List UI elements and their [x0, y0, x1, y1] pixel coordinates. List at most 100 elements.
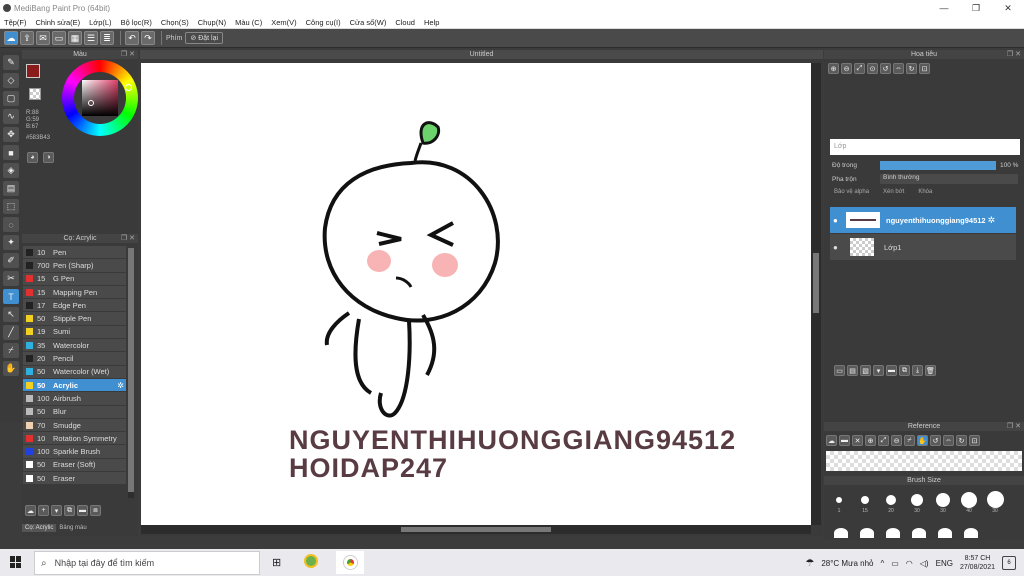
- redo-icon[interactable]: ↷: [141, 31, 155, 45]
- rotate-left-icon[interactable]: ↺: [880, 63, 891, 74]
- add-brush-icon[interactable]: +: [38, 505, 49, 516]
- reference-fit-icon[interactable]: ⤢: [878, 435, 889, 446]
- brush-size-preset[interactable]: 30: [982, 491, 1008, 514]
- reference-zoom-out-icon[interactable]: ⊖: [891, 435, 902, 446]
- reference-rotate-left-icon[interactable]: ↺: [930, 435, 941, 446]
- hand-tool-icon[interactable]: ✋: [3, 361, 19, 376]
- duplicate-layer-icon[interactable]: ⧉: [899, 365, 910, 376]
- grid-icon[interactable]: ▦: [68, 31, 82, 45]
- vertical-scroll-thumb[interactable]: [813, 253, 819, 313]
- brush-item[interactable]: 50 Eraser (Soft): [23, 458, 126, 473]
- notification-center-icon[interactable]: 6: [1002, 556, 1016, 570]
- language-indicator[interactable]: ENG: [936, 559, 953, 568]
- menu-capture[interactable]: Chụp(N): [198, 18, 226, 27]
- move-tool-icon[interactable]: ✥: [3, 127, 19, 142]
- horizontal-scroll-thumb[interactable]: [401, 527, 551, 532]
- volume-icon[interactable]: ◁): [920, 559, 929, 568]
- brush-scrollbar[interactable]: [128, 248, 134, 498]
- layer-item-text[interactable]: ● nguyenthihuonggiang94512 ✲: [830, 207, 1016, 233]
- zoom-out-icon[interactable]: ⊖: [841, 63, 852, 74]
- brush-size-dot[interactable]: [938, 528, 952, 538]
- weather-text[interactable]: 28°C Mưa nhỏ: [821, 559, 873, 568]
- reference-hand-icon[interactable]: ✋: [917, 435, 928, 446]
- brush-settings-icon[interactable]: ▾: [51, 505, 62, 516]
- layer-visibility-icon[interactable]: ●: [830, 243, 840, 252]
- brush-size-preset[interactable]: 20: [878, 491, 904, 514]
- menu-view[interactable]: Xem(V): [271, 18, 296, 27]
- layer-folder-icon[interactable]: ▬: [886, 365, 897, 376]
- network-icon[interactable]: ▭: [891, 559, 899, 568]
- new-1bit-layer-icon[interactable]: ▧: [860, 365, 871, 376]
- panel-close-icon[interactable]: ❐ ✕: [121, 234, 135, 242]
- opacity-slider[interactable]: [880, 160, 996, 170]
- magic-wand-tool-icon[interactable]: ✦: [3, 235, 19, 250]
- brush-item[interactable]: 50 Stipple Pen: [23, 312, 126, 326]
- select-rect-tool-icon[interactable]: ⬚: [3, 199, 19, 214]
- close-button[interactable]: ✕: [992, 0, 1024, 16]
- fill-rect-tool-icon[interactable]: ■: [3, 145, 19, 160]
- minimize-button[interactable]: —: [928, 0, 960, 16]
- lock-checkbox[interactable]: Khóa: [918, 189, 932, 195]
- maximize-button[interactable]: ❐: [960, 0, 992, 16]
- brush-size-preset[interactable]: 1: [826, 491, 852, 514]
- brush-size-dot[interactable]: [886, 528, 900, 538]
- menu-filter[interactable]: Bộ lọc(R): [121, 18, 152, 27]
- task-view-icon[interactable]: ⊞: [272, 556, 281, 569]
- cloud-icon[interactable]: ☁: [4, 31, 18, 45]
- brush-item[interactable]: 17 Edge Pen: [23, 299, 126, 313]
- reference-open-icon[interactable]: ▬: [839, 435, 850, 446]
- brush-item[interactable]: 15 Mapping Pen: [23, 285, 126, 300]
- menu-layer[interactable]: Lớp(L): [89, 18, 111, 27]
- fit-icon[interactable]: ⤢: [854, 63, 865, 74]
- lasso-tool-icon[interactable]: ◌: [3, 217, 19, 232]
- brush-size-dot[interactable]: [912, 528, 926, 538]
- settings-list-icon[interactable]: ≣: [100, 31, 114, 45]
- hue-cursor[interactable]: [125, 84, 132, 91]
- reference-rotate-right-icon[interactable]: ↻: [956, 435, 967, 446]
- brush-item[interactable]: 50 Blur: [23, 405, 126, 419]
- protect-alpha-checkbox[interactable]: Bảo vệ alpha: [834, 189, 869, 195]
- pen-curve-tool-icon[interactable]: ∿: [3, 109, 19, 124]
- actual-size-icon[interactable]: ⊙: [867, 63, 878, 74]
- eyedropper-tool-icon[interactable]: ⌿: [3, 343, 19, 358]
- brush-item[interactable]: 50 Acrylic ✲: [23, 378, 126, 393]
- select-pen-tool-icon[interactable]: ✐: [3, 253, 19, 268]
- brush-size-preset[interactable]: 40: [956, 491, 982, 514]
- layer-item-lop1[interactable]: ● Lớp1: [830, 234, 1016, 260]
- chrome-taskbar-button[interactable]: [336, 551, 364, 574]
- brush-item[interactable]: 50 Eraser: [23, 472, 126, 486]
- menu-tools[interactable]: Công cụ(I): [306, 18, 341, 27]
- undo-icon[interactable]: ↶: [125, 31, 139, 45]
- saturation-value-square[interactable]: [82, 80, 118, 116]
- brush-settings-gear-icon[interactable]: ✲: [117, 381, 124, 390]
- select-eraser-tool-icon[interactable]: ✂: [3, 271, 19, 286]
- drawing-canvas[interactable]: NGUYENTHIHUONGGIANG94512 HOIDAP247: [141, 63, 811, 525]
- layer-settings-icon[interactable]: ✲: [988, 215, 996, 226]
- brush-item[interactable]: 50 Watercolor (Wet): [23, 365, 126, 379]
- taskbar-search[interactable]: ⌕ Nhập tại đây để tìm kiếm: [34, 551, 260, 575]
- reset-button[interactable]: ⊘ Đặt lại: [185, 32, 224, 44]
- brush-item[interactable]: 10 Rotation Symmetry: [23, 432, 126, 446]
- palette-icon[interactable]: ◕: [27, 152, 38, 163]
- layer-visibility-icon[interactable]: ●: [830, 216, 840, 225]
- reference-flip-icon[interactable]: ⇔: [943, 435, 954, 446]
- color-add-icon[interactable]: ◑: [43, 152, 54, 163]
- brush-tool-icon[interactable]: ✎: [3, 55, 19, 70]
- divide-tool-icon[interactable]: ╱: [3, 325, 19, 340]
- brush-size-dot[interactable]: [834, 528, 848, 538]
- new-layer-icon[interactable]: ▭: [834, 365, 845, 376]
- folder-icon[interactable]: ▬: [77, 505, 88, 516]
- brush-scroll-thumb[interactable]: [128, 248, 134, 492]
- share-icon[interactable]: ⇪: [20, 31, 34, 45]
- copy-brush-icon[interactable]: ⧉: [64, 505, 75, 516]
- menu-color[interactable]: Màu (C): [235, 18, 262, 27]
- menu-select[interactable]: Chọn(S): [161, 18, 189, 27]
- brush-size-dot[interactable]: [860, 528, 874, 538]
- menu-help[interactable]: Help: [424, 18, 439, 27]
- transparent-color-swatch[interactable]: [29, 88, 41, 100]
- brush-cloud-icon[interactable]: ☁: [25, 505, 36, 516]
- brush-item[interactable]: 100 Airbrush: [23, 392, 126, 406]
- tab-palette[interactable]: Bảng màu: [56, 524, 89, 532]
- clock[interactable]: 8:57 CH 27/08/2021: [960, 554, 995, 572]
- merge-layer-icon[interactable]: ⤓: [912, 365, 923, 376]
